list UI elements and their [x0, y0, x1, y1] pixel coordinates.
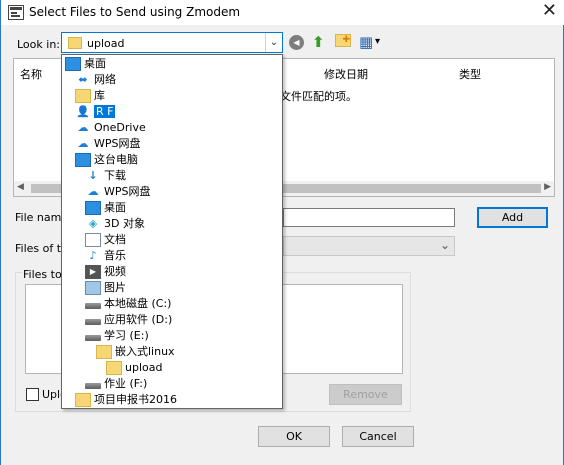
ok-button[interactable]: OK	[258, 426, 330, 447]
folder-icon	[75, 393, 91, 407]
cube-icon: ◈	[88, 217, 98, 230]
dropdown-item-user[interactable]: 👤 R F	[75, 104, 116, 120]
dropdown-item-wps-cloud[interactable]: ☁ WPS网盘	[75, 136, 141, 152]
folder-icon	[68, 37, 82, 49]
chevron-down-icon[interactable]: ⌄	[265, 33, 282, 52]
dropdown-item-network[interactable]: ⬌ 网络	[75, 72, 116, 88]
close-icon[interactable]: ✕	[542, 1, 557, 21]
dropdown-item-this-pc[interactable]: 这台电脑	[75, 152, 138, 168]
cloud-icon: ☁	[87, 185, 99, 198]
filename-input[interactable]	[283, 208, 455, 227]
scroll-left-icon[interactable]: ◀	[17, 182, 24, 192]
dropdown-item-embedded-linux[interactable]: 嵌入式linux	[96, 344, 175, 360]
dropdown-item-documents[interactable]: 文档	[85, 232, 126, 248]
folder-icon	[96, 345, 112, 359]
zmodem-dialog: Select Files to Send using Zmodem ✕ Look…	[0, 0, 564, 465]
dropdown-item-drive-f[interactable]: 作业 (F:)	[85, 376, 147, 392]
cloud-icon: ☁	[77, 137, 89, 150]
lookin-label: Look in:	[17, 38, 60, 51]
back-icon[interactable]: ◀	[289, 35, 304, 50]
new-folder-icon[interactable]: ✚	[335, 34, 351, 47]
cancel-button[interactable]: Cancel	[342, 426, 414, 447]
video-icon: ▶	[85, 265, 101, 279]
remove-button[interactable]: Remove	[329, 384, 402, 405]
up-folder-icon[interactable]: ⬆	[312, 33, 325, 51]
library-icon	[75, 89, 91, 103]
window-title: Select Files to Send using Zmodem	[29, 5, 241, 19]
scroll-right-icon[interactable]: ▶	[544, 182, 551, 192]
computer-icon	[75, 153, 91, 167]
empty-message: 文件匹配的项。	[280, 90, 357, 103]
download-icon: ↓	[88, 169, 98, 182]
dropdown-item-pictures[interactable]: 图片	[85, 280, 126, 296]
view-menu-arrow-icon[interactable]: ▾	[375, 36, 380, 47]
user-icon: 👤	[76, 105, 90, 118]
column-date[interactable]: 修改日期	[324, 66, 368, 82]
column-name[interactable]: 名称	[20, 66, 42, 82]
drive-icon	[85, 303, 101, 309]
document-icon	[85, 233, 101, 247]
dropdown-item-drive-d[interactable]: 应用软件 (D:)	[85, 312, 172, 328]
music-icon: ♪	[89, 249, 97, 262]
dropdown-item-upload[interactable]: upload	[106, 360, 162, 376]
lookin-combo[interactable]: upload ⌄	[61, 32, 283, 53]
dropdown-item-onedrive[interactable]: ☁ OneDrive	[75, 120, 146, 136]
dropdown-item-desktop[interactable]: 桌面	[65, 56, 106, 72]
filetype-select[interactable]: ⌄	[283, 236, 455, 256]
dropdown-item-downloads[interactable]: ↓ 下载	[85, 168, 126, 184]
picture-icon	[85, 281, 101, 295]
folder-icon	[106, 361, 122, 375]
drive-icon	[85, 319, 101, 325]
dropdown-item-wps-cloud-2[interactable]: ☁ WPS网盘	[85, 184, 151, 200]
cloud-icon: ☁	[77, 121, 89, 134]
lookin-dropdown[interactable]: 桌面 ⬌ 网络 库 👤 R F ☁ OneDrive ☁ WPS网盘 这台电脑 ↓ 下载 …	[61, 54, 283, 409]
files-to-send-label: Files to	[22, 268, 63, 281]
drive-icon	[85, 335, 101, 341]
desktop-icon	[65, 57, 81, 71]
title-bar[interactable]: Select Files to Send using Zmodem ✕	[1, 0, 564, 25]
upload-checkbox[interactable]	[26, 388, 39, 401]
desktop-icon	[85, 201, 101, 215]
dropdown-item-library[interactable]: 库	[75, 88, 105, 104]
network-icon: ⬌	[78, 73, 88, 86]
dropdown-item-videos[interactable]: ▶ 视频	[85, 264, 126, 280]
dropdown-item-drive-e[interactable]: 学习 (E:)	[85, 328, 149, 344]
lookin-value: upload	[87, 37, 125, 50]
chevron-down-icon[interactable]: ⌄	[440, 238, 450, 252]
dropdown-item-project-2016[interactable]: 项目申报书2016	[75, 392, 177, 408]
drive-icon	[85, 383, 101, 389]
dropdown-item-music[interactable]: ♪ 音乐	[85, 248, 126, 264]
view-menu-icon[interactable]: ▦	[359, 33, 373, 51]
dropdown-item-desktop-2[interactable]: 桌面	[85, 200, 126, 216]
column-type[interactable]: 类型	[459, 66, 481, 82]
dropdown-item-drive-c[interactable]: 本地磁盘 (C:)	[85, 296, 171, 312]
dropdown-item-3d-objects[interactable]: ◈ 3D 对象	[85, 216, 145, 232]
add-button[interactable]: Add	[477, 207, 548, 228]
app-icon	[8, 5, 24, 20]
